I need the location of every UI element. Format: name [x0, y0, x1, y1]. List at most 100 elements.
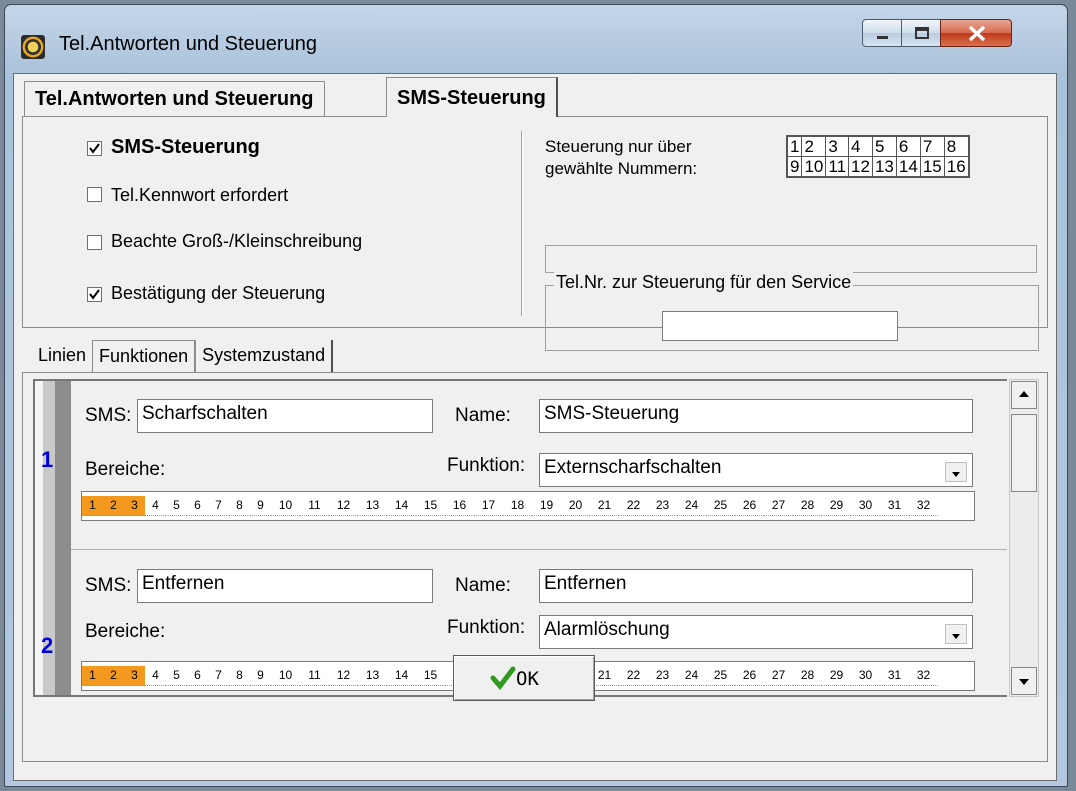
phone-number-cell[interactable]: 9 — [786, 156, 803, 177]
tab-funktionen[interactable]: Funktionen — [92, 340, 196, 372]
checkbox[interactable] — [87, 235, 102, 250]
area-cell[interactable]: 12 — [329, 666, 358, 686]
area-cell[interactable]: 20 — [561, 496, 590, 516]
phone-number-cell[interactable]: 1 — [786, 136, 803, 157]
area-cell[interactable]: 10 — [271, 666, 300, 686]
area-cell[interactable]: 4 — [145, 496, 166, 516]
tab-linien[interactable]: Linien — [32, 340, 92, 372]
phone-number-cell[interactable]: 13 — [871, 156, 897, 177]
area-cell[interactable]: 16 — [445, 496, 474, 516]
area-cell[interactable]: 31 — [880, 496, 909, 516]
area-cell[interactable]: 22 — [619, 666, 648, 686]
phone-number-cell[interactable]: 6 — [895, 136, 921, 157]
phone-number-cell[interactable]: 3 — [825, 136, 850, 157]
area-cell[interactable]: 30 — [851, 496, 880, 516]
area-cell[interactable]: 25 — [706, 496, 735, 516]
tab-tel-antworten[interactable]: Tel.Antworten und Steuerung — [24, 81, 325, 117]
ok-button[interactable]: OK — [453, 655, 595, 701]
phone-number-cell[interactable]: 2 — [801, 136, 827, 157]
area-cell[interactable]: 15 — [416, 666, 445, 686]
area-cell[interactable]: 32 — [909, 666, 938, 686]
scroll-thumb[interactable] — [1011, 414, 1037, 492]
area-cell[interactable]: 26 — [735, 496, 764, 516]
area-cell[interactable]: 28 — [793, 666, 822, 686]
area-cell[interactable]: 29 — [822, 496, 851, 516]
area-cell[interactable]: 7 — [208, 496, 229, 516]
area-cell[interactable]: 1 — [82, 666, 103, 686]
sms-text-input[interactable]: Entfernen — [137, 569, 433, 603]
area-cell[interactable]: 8 — [229, 496, 250, 516]
area-cell[interactable]: 12 — [329, 496, 358, 516]
area-cell[interactable]: 26 — [735, 666, 764, 686]
name-input[interactable]: Entfernen — [539, 569, 973, 603]
phone-number-cell[interactable]: 14 — [895, 156, 921, 177]
close-button[interactable] — [940, 19, 1012, 47]
area-cell[interactable]: 21 — [590, 496, 619, 516]
phone-number-cell[interactable]: 4 — [848, 136, 873, 157]
vertical-scrollbar[interactable] — [1009, 379, 1039, 697]
phone-number-cell[interactable]: 11 — [825, 156, 850, 177]
area-cell[interactable]: 23 — [648, 666, 677, 686]
area-cell[interactable]: 27 — [764, 496, 793, 516]
chevron-down-icon[interactable] — [945, 624, 967, 644]
area-cell[interactable]: 1 — [82, 496, 103, 516]
area-cell[interactable]: 11 — [300, 666, 329, 686]
sms-text-input[interactable]: Scharfschalten — [137, 399, 433, 433]
area-cell[interactable]: 4 — [145, 666, 166, 686]
phone-number-cell[interactable]: 7 — [919, 136, 945, 157]
area-cell[interactable]: 28 — [793, 496, 822, 516]
area-cell[interactable]: 6 — [187, 666, 208, 686]
scroll-down-button[interactable] — [1011, 667, 1037, 695]
phone-number-cell[interactable]: 5 — [871, 136, 897, 157]
tab-systemzustand[interactable]: Systemzustand — [195, 340, 334, 372]
area-cell[interactable]: 9 — [250, 666, 271, 686]
phone-number-cell[interactable]: 15 — [919, 156, 945, 177]
area-cell[interactable]: 8 — [229, 666, 250, 686]
area-cell[interactable]: 5 — [166, 496, 187, 516]
area-cell[interactable]: 19 — [532, 496, 561, 516]
area-cell[interactable]: 24 — [677, 666, 706, 686]
title-bar[interactable]: Tel.Antworten und Steuerung — [5, 5, 1067, 59]
area-cell[interactable]: 24 — [677, 496, 706, 516]
phone-number-grid[interactable]: 12345678 9 10 11 12 13 14 15 16 — [786, 135, 970, 178]
area-cell[interactable]: 30 — [851, 666, 880, 686]
area-cell[interactable]: 17 — [474, 496, 503, 516]
tab-sms-steuerung[interactable]: SMS-Steuerung — [386, 77, 558, 117]
area-cell[interactable]: 7 — [208, 666, 229, 686]
name-input[interactable]: SMS-Steuerung — [539, 399, 973, 433]
area-cell[interactable]: 11 — [300, 496, 329, 516]
area-cell[interactable]: 32 — [909, 496, 938, 516]
area-cell[interactable]: 2 — [103, 666, 124, 686]
area-cell[interactable]: 14 — [387, 666, 416, 686]
phone-number-cell[interactable]: 12 — [848, 156, 873, 177]
area-cell[interactable]: 22 — [619, 496, 648, 516]
area-cell[interactable]: 27 — [764, 666, 793, 686]
area-cell[interactable]: 2 — [103, 496, 124, 516]
area-cell[interactable]: 31 — [880, 666, 909, 686]
area-cell[interactable]: 10 — [271, 496, 300, 516]
area-cell[interactable]: 23 — [648, 496, 677, 516]
phone-number-cell[interactable]: 8 — [943, 136, 969, 157]
maximize-button[interactable] — [901, 19, 941, 47]
service-number-input[interactable] — [662, 311, 898, 341]
bereiche-selector[interactable]: 1234567891011121314151617181920212223242… — [81, 491, 975, 521]
chevron-down-icon[interactable] — [945, 462, 967, 482]
area-cell[interactable]: 13 — [358, 666, 387, 686]
area-cell[interactable]: 3 — [124, 496, 145, 516]
area-cell[interactable]: 14 — [387, 496, 416, 516]
checkbox[interactable] — [87, 287, 102, 302]
area-cell[interactable]: 13 — [358, 496, 387, 516]
area-cell[interactable]: 18 — [503, 496, 532, 516]
funktion-dropdown[interactable]: Alarmlöschung — [539, 615, 973, 649]
checkbox[interactable] — [87, 187, 102, 202]
minimize-button[interactable] — [862, 19, 902, 47]
funktion-dropdown[interactable]: Externscharfschalten — [539, 453, 973, 487]
scroll-up-button[interactable] — [1011, 381, 1037, 409]
area-cell[interactable]: 5 — [166, 666, 187, 686]
area-cell[interactable]: 6 — [187, 496, 208, 516]
phone-number-cell[interactable]: 10 — [801, 156, 827, 177]
area-cell[interactable]: 15 — [416, 496, 445, 516]
area-cell[interactable]: 29 — [822, 666, 851, 686]
area-cell[interactable]: 25 — [706, 666, 735, 686]
area-cell[interactable]: 9 — [250, 496, 271, 516]
